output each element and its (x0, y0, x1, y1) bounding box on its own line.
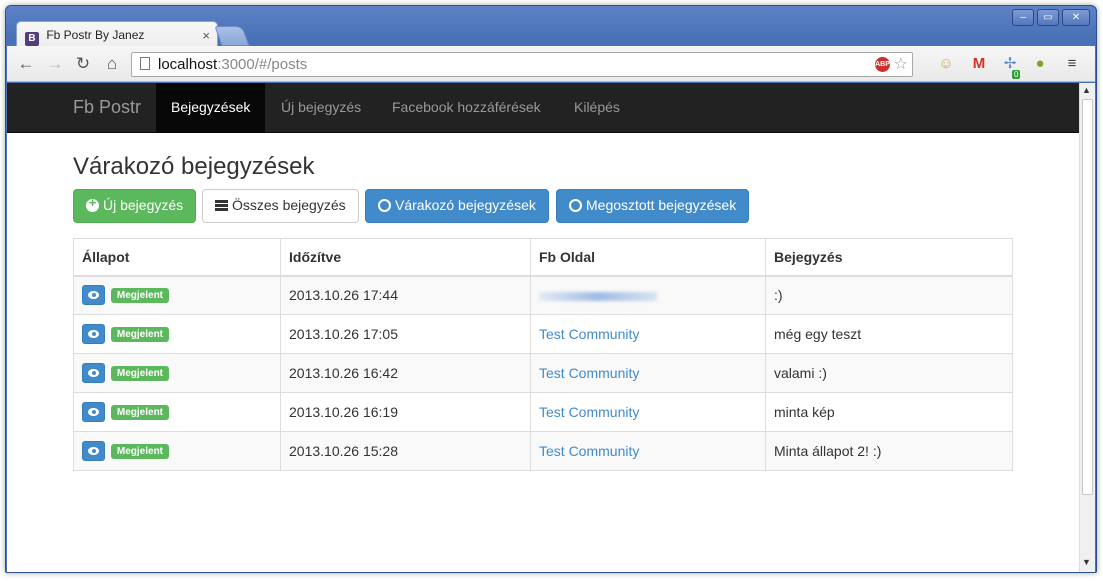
nav-item-new-post[interactable]: Új bejegyzés (266, 83, 376, 133)
pending-posts-label: Várakozó bejegyzések (395, 197, 536, 213)
fb-page-link[interactable]: Test Community (539, 326, 639, 342)
navbar-brand[interactable]: Fb Postr (73, 97, 141, 118)
time-cell: 2013.10.26 16:19 (280, 392, 531, 432)
maximize-icon[interactable]: ▭ (1037, 9, 1059, 26)
nav-item-logout[interactable]: Kilépés (559, 83, 635, 133)
gmail-icon[interactable]: M (970, 55, 988, 73)
status-cell: Megjelent (73, 353, 281, 393)
view-eye-icon[interactable] (82, 324, 105, 344)
header-scheduled: Időzítve (280, 238, 531, 277)
fb-page-link[interactable]: Test Community (539, 404, 639, 420)
page-cell: Test Community (530, 431, 766, 471)
scroll-down-icon[interactable]: ▼ (1082, 557, 1091, 567)
new-tab-button[interactable] (214, 26, 250, 46)
tab-title: Fb Postr By Janez (46, 28, 145, 42)
back-arrow-icon[interactable]: ← (16, 54, 36, 74)
list-icon (215, 200, 228, 211)
status-badge: Megjelent (110, 287, 170, 303)
table-row: Megjelent 2013.10.26 17:44 :) (73, 275, 1013, 315)
vertical-scrollbar[interactable]: ▲ ▼ (1079, 83, 1095, 572)
shared-posts-label: Megosztott bejegyzések (586, 197, 737, 213)
status-badge: Megjelent (110, 326, 170, 342)
table-row: Megjelent 2013.10.26 16:19 Test Communit… (73, 392, 1013, 432)
page-cell (530, 275, 766, 315)
window-controls: – ▭ ✕ (1012, 9, 1090, 26)
check-circle-icon (569, 199, 582, 212)
home-icon[interactable]: ⌂ (102, 54, 122, 74)
forward-arrow-icon[interactable]: → (45, 54, 65, 74)
fb-page-link[interactable]: Test Community (539, 365, 639, 381)
post-cell: Minta állapot 2! :) (765, 431, 1013, 471)
pending-posts-button[interactable]: Várakozó bejegyzések (365, 189, 549, 223)
blurred-page-link[interactable] (539, 292, 657, 302)
header-status: Állapot (73, 238, 281, 277)
post-cell: valami :) (765, 353, 1013, 393)
header-fb-page: Fb Oldal (530, 238, 766, 277)
app-navbar: Fb Postr Bejegyzések Új bejegyzés Facebo… (7, 83, 1079, 133)
shared-posts-button[interactable]: Megosztott bejegyzések (556, 189, 750, 223)
extension-face-icon[interactable]: ☺ (937, 55, 955, 73)
close-tab-icon[interactable]: × (202, 28, 210, 43)
table-row: Megjelent 2013.10.26 15:28 Test Communit… (73, 431, 1013, 471)
bootstrap-favicon-icon: B (25, 32, 39, 46)
post-cell: :) (765, 275, 1013, 315)
page-cell: Test Community (530, 314, 766, 354)
post-cell: még egy teszt (765, 314, 1013, 354)
address-bar[interactable]: localhost:3000/#/posts ABP ☆ (131, 52, 913, 77)
minimize-icon[interactable]: – (1012, 9, 1034, 26)
status-badge: Megjelent (110, 365, 170, 381)
post-cell: minta kép (765, 392, 1013, 432)
scroll-up-icon[interactable]: ▲ (1082, 85, 1091, 95)
all-posts-label: Összes bejegyzés (232, 197, 346, 213)
nav-item-posts[interactable]: Bejegyzések (156, 83, 266, 133)
scroll-thumb[interactable] (1082, 99, 1093, 495)
table-row: Megjelent 2013.10.26 16:42 Test Communit… (73, 353, 1013, 393)
status-cell: Megjelent (73, 275, 281, 315)
bookmark-star-icon[interactable]: ☆ (894, 54, 908, 74)
page-cell: Test Community (530, 392, 766, 432)
view-eye-icon[interactable] (82, 402, 105, 422)
posts-table: Állapot Időzítve Fb Oldal Bejegyzés Megj… (73, 238, 1013, 471)
page-title: Várakozó bejegyzések (73, 153, 315, 180)
new-post-label: Új bejegyzés (103, 197, 184, 213)
url-path: :3000/#/posts (217, 56, 308, 73)
menu-icon[interactable]: ≡ (1063, 55, 1081, 73)
view-eye-icon[interactable] (82, 441, 105, 461)
new-post-button[interactable]: Új bejegyzés (73, 189, 197, 223)
time-cell: 2013.10.26 17:05 (280, 314, 531, 354)
title-bar: B Fb Postr By Janez × – ▭ ✕ (6, 6, 1096, 51)
page-icon (140, 57, 150, 70)
adblock-icon[interactable]: ABP (875, 57, 890, 72)
extension-badge: 0 (1012, 70, 1021, 79)
status-cell: Megjelent (73, 314, 281, 354)
table-row: Megjelent 2013.10.26 17:05 Test Communit… (73, 314, 1013, 354)
page-cell: Test Community (530, 353, 766, 393)
url-host: localhost (158, 56, 218, 73)
browser-toolbar: ← → ↻ ⌂ localhost:3000/#/posts ABP ☆ ☺ M… (7, 46, 1095, 82)
time-cell: 2013.10.26 15:28 (280, 431, 531, 471)
header-post: Bejegyzés (765, 238, 1013, 277)
browser-window: B Fb Postr By Janez × – ▭ ✕ ← → ↻ ⌂ loca… (5, 5, 1097, 573)
nav-item-facebook-access[interactable]: Facebook hozzáférések (377, 83, 556, 133)
plus-circle-icon (86, 195, 99, 212)
all-posts-button[interactable]: Összes bejegyzés (202, 189, 359, 223)
status-badge: Megjelent (110, 443, 170, 459)
clock-icon (378, 199, 391, 212)
status-cell: Megjelent (73, 431, 281, 471)
fb-page-link[interactable]: Test Community (539, 443, 639, 459)
time-cell: 2013.10.26 16:42 (280, 353, 531, 393)
view-eye-icon[interactable] (82, 363, 105, 383)
status-cell: Megjelent (73, 392, 281, 432)
view-eye-icon[interactable] (82, 285, 105, 306)
close-window-icon[interactable]: ✕ (1062, 9, 1090, 26)
table-header-row: Állapot Időzítve Fb Oldal Bejegyzés (73, 238, 1013, 277)
time-cell: 2013.10.26 17:44 (280, 275, 531, 315)
extension-ball-icon[interactable]: ● (1031, 55, 1049, 73)
reload-icon[interactable]: ↻ (73, 54, 93, 74)
page-viewport: Fb Postr Bejegyzések Új bejegyzés Facebo… (7, 83, 1079, 572)
status-badge: Megjelent (110, 404, 170, 420)
